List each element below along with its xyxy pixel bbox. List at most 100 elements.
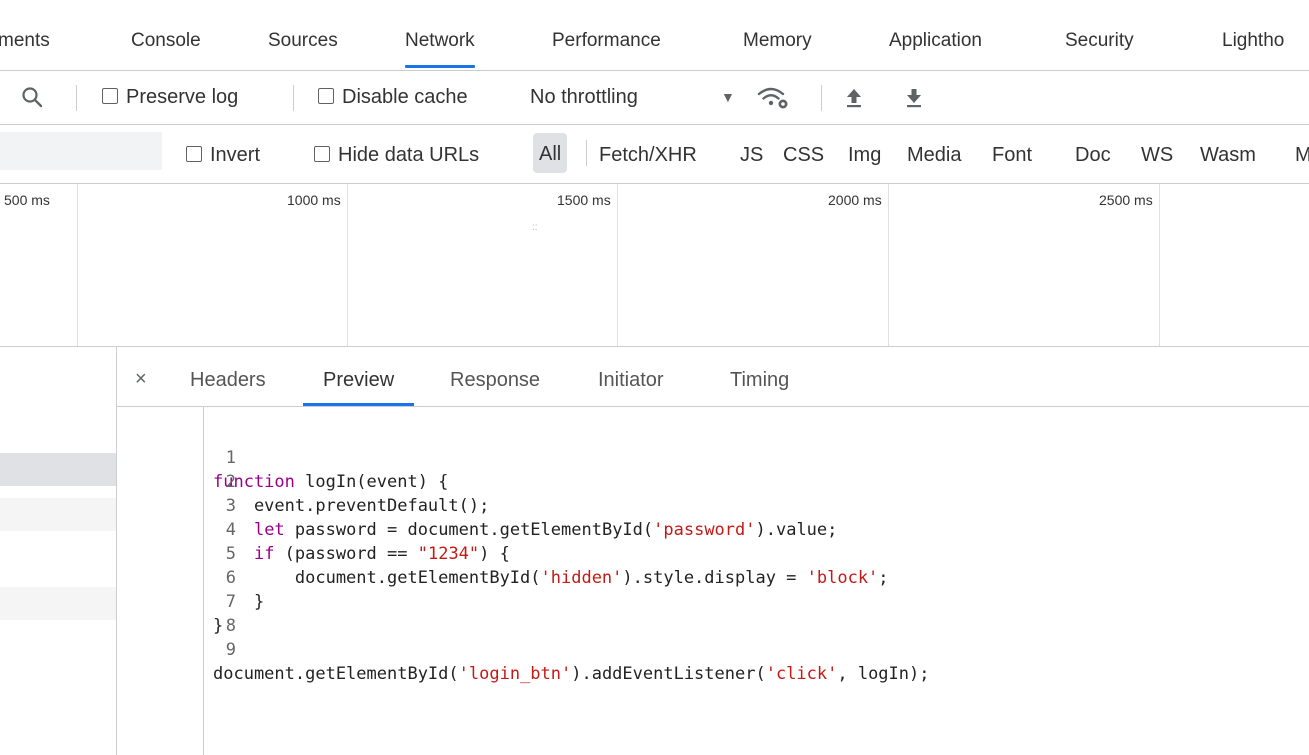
code-text: ) { [479,544,510,564]
code-string: 'login_btn' [458,664,572,684]
code-text: logIn(event) { [294,472,449,492]
close-icon[interactable]: × [135,347,147,406]
code-text: event.preventDefault(); [213,496,490,516]
invert-toggle[interactable]: Invert [186,125,260,183]
preserve-log-label: Preserve log [126,86,239,108]
throttling-select[interactable]: No throttling [530,71,638,124]
code-text: (password == [274,544,418,564]
code-line: 1 function logIn(event) { [117,422,448,492]
code-text: ).addEventListener( [571,664,766,684]
table-row[interactable] [0,498,116,531]
type-filter-media[interactable]: Media [907,125,961,183]
preserve-log-toggle[interactable]: Preserve log [102,71,238,124]
tab-console[interactable]: Console [131,0,201,70]
disable-cache-label: Disable cache [342,86,468,108]
code-text: document.getElementById( [213,664,459,684]
tick-label: 1000 ms [287,192,341,208]
toolbar-divider [76,85,77,111]
toolbar-divider [821,85,822,111]
table-row[interactable] [0,587,116,620]
code-line: 4 if (password == "1234") { [117,494,510,564]
tab-lighthouse[interactable]: Lightho [1222,0,1284,70]
filter-input[interactable] [0,132,162,170]
throttling-value: No throttling [530,86,638,108]
hide-data-urls-toggle[interactable]: Hide data URLs [314,125,479,183]
code-text: document.getElementById( [213,568,541,588]
hide-data-urls-label: Hide data URLs [338,144,480,166]
grid-line [77,184,78,346]
tab-headers[interactable]: Headers [190,347,266,406]
tick-label: 500 ms [4,192,50,208]
type-filter-all[interactable]: All [533,133,568,173]
tab-application[interactable]: Application [889,0,982,70]
type-filter-manifest[interactable]: M [1295,125,1309,183]
code-string: 'hidden' [540,568,623,588]
grid-line [1159,184,1160,346]
chevron-down-icon[interactable]: ▼ [721,71,735,124]
code-line: 7 } [117,566,236,636]
line-number: 5 [225,544,236,564]
type-filter-doc[interactable]: Doc [1075,125,1111,183]
code-line: 8 [117,590,236,636]
tab-performance[interactable]: Performance [552,0,661,70]
table-row[interactable] [0,399,116,432]
network-toolbar: Preserve log Disable cache No throttling… [0,71,1309,125]
invert-checkbox[interactable] [186,146,202,162]
tab-initiator[interactable]: Initiator [598,347,664,406]
export-har-button[interactable] [904,71,924,124]
type-filter-wasm[interactable]: Wasm [1200,125,1256,183]
disable-cache-checkbox[interactable] [318,88,334,104]
search-icon [22,87,43,108]
tab-sources[interactable]: Sources [268,0,338,70]
toolbar-divider [293,85,294,111]
code-line: 2 event.preventDefault(); [117,446,490,516]
code-keyword: if [253,544,275,564]
code-preview[interactable]: 1 function logIn(event) { 2 event.preven… [117,407,1309,755]
tab-network[interactable]: Network [405,0,475,70]
type-filter-font[interactable]: Font [992,125,1032,183]
tick-label: 2000 ms [828,192,882,208]
line-number: 6 [225,568,236,588]
line-number: 3 [225,496,236,516]
line-number: 2 [225,472,236,492]
search-button[interactable] [20,71,44,124]
upload-icon [847,89,861,108]
tab-memory[interactable]: Memory [743,0,812,70]
code-string: 'click' [765,664,838,684]
line-number: 8 [225,616,236,636]
type-filter-css[interactable]: CSS [783,125,824,183]
code-string: "1234" [417,544,480,564]
code-line: 6 } [117,542,264,612]
grid-line [347,184,348,346]
preserve-log-checkbox[interactable] [102,88,118,104]
tab-security[interactable]: Security [1065,0,1134,70]
type-filter-fetch-xhr[interactable]: Fetch/XHR [599,125,697,183]
table-row-selected[interactable] [0,453,116,486]
tab-preview[interactable]: Preview [302,347,415,406]
tab-response[interactable]: Response [450,347,540,406]
code-text: ).value; [755,520,838,540]
request-detail-tabs: × Headers Preview Response Initiator Tim… [117,347,1309,407]
tick-label: 1500 ms [557,192,611,208]
timeline-overview[interactable]: 500 ms 1000 ms 1500 ms 2000 ms 2500 ms [0,184,1309,347]
filter-bar: Invert Hide data URLs All Fetch/XHR JS C… [0,125,1309,184]
network-conditions-button[interactable] [756,71,792,124]
download-icon [907,89,921,108]
line-number: 9 [225,640,236,660]
line-number: 1 [225,448,236,468]
tab-elements[interactable]: ments [0,0,50,70]
disable-cache-toggle[interactable]: Disable cache [318,71,468,124]
type-filter-img[interactable]: Img [848,125,881,183]
hide-data-urls-checkbox[interactable] [314,146,330,162]
type-filter-js[interactable]: JS [740,125,763,183]
type-filter-ws[interactable]: WS [1141,125,1173,183]
code-line: 9 document.getElementById('login_btn').a… [117,614,929,684]
code-keyword: let [253,520,285,540]
import-har-button[interactable] [844,71,864,124]
code-text: ; [878,568,889,588]
tab-timing[interactable]: Timing [730,347,789,406]
devtools-tab-bar: ments Console Sources Network Performanc… [0,0,1309,71]
request-list [0,347,117,755]
invert-label: Invert [210,144,261,166]
table-row[interactable] [0,535,116,568]
